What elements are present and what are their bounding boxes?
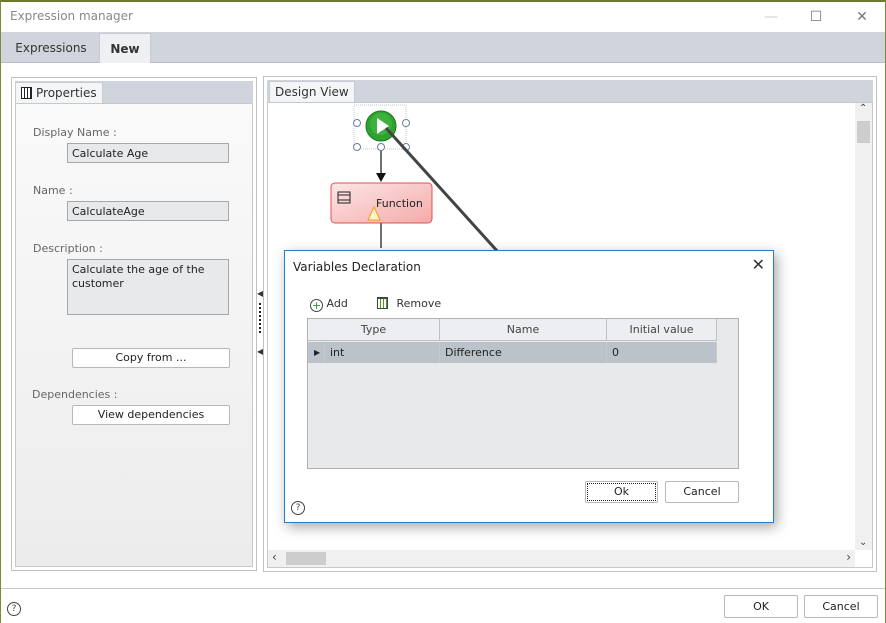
add-label: Add — [326, 297, 348, 310]
variables-grid: Type Name Initial value ▶ int Difference… — [307, 318, 739, 469]
tab-properties[interactable]: Properties — [15, 82, 103, 103]
function-node-label[interactable]: Function — [376, 197, 423, 210]
window-title: Expression manager — [10, 9, 133, 23]
ok-button[interactable]: OK — [724, 595, 798, 618]
view-dependencies-button[interactable]: View dependencies — [72, 405, 230, 425]
scroll-left-icon[interactable]: ‹ — [272, 550, 277, 564]
maximize-button[interactable]: ☐ — [801, 6, 831, 28]
display-name-input[interactable]: Calculate Age — [67, 143, 229, 163]
trash-icon — [377, 297, 388, 309]
properties-tabbar: Properties — [15, 81, 253, 103]
dialog-ok-button[interactable]: Ok — [585, 481, 658, 503]
name-label: Name : — [33, 184, 73, 197]
description-textarea[interactable]: Calculate the age of the customer — [67, 259, 229, 315]
handle — [353, 143, 361, 151]
scroll-up-icon[interactable]: ⌃ — [859, 103, 867, 114]
dialog-help-icon[interactable]: ? — [291, 501, 305, 515]
vertical-scroll-thumb[interactable] — [857, 121, 870, 143]
name-input[interactable]: CalculateAge — [67, 201, 229, 221]
cell-name[interactable]: Difference — [440, 342, 607, 363]
dialog-cancel-button[interactable]: Cancel — [665, 481, 739, 503]
variables-declaration-dialog: Variables Declaration ✕ + Add Remove Typ… — [284, 250, 774, 523]
tab-design-view[interactable]: Design View — [269, 81, 355, 102]
minimize-button[interactable]: — — [756, 6, 786, 28]
horizontal-scroll-thumb[interactable] — [286, 552, 326, 565]
row-indicator-icon: ▶ — [308, 342, 325, 363]
column-header-initial-value[interactable]: Initial value — [607, 319, 717, 341]
description-label: Description : — [33, 242, 103, 255]
tab-strip: Expressions New — [1, 32, 885, 63]
dialog-close-button[interactable]: ✕ — [752, 255, 765, 274]
copy-from-button[interactable]: Copy from ... — [72, 348, 230, 368]
handle — [377, 143, 385, 151]
add-variable-button[interactable]: + Add — [310, 297, 348, 312]
scroll-down-icon[interactable]: ⌄ — [859, 537, 867, 548]
cell-type[interactable]: int — [325, 342, 440, 363]
vertical-scrollbar[interactable]: ⌃ ⌄ — [855, 103, 872, 550]
close-button[interactable]: ✕ — [847, 6, 877, 28]
footer-bar: ? OK Cancel — [1, 588, 885, 623]
dialog-title: Variables Declaration — [293, 260, 421, 274]
dependencies-label: Dependencies : — [32, 388, 118, 401]
cancel-button[interactable]: Cancel — [804, 595, 878, 618]
properties-panel: Properties Display Name : Calculate Age … — [11, 77, 257, 571]
scroll-right-icon[interactable]: › — [846, 550, 851, 564]
help-icon[interactable]: ? — [7, 602, 21, 616]
handle — [402, 119, 410, 127]
properties-tab-label: Properties — [36, 86, 97, 100]
tab-expressions[interactable]: Expressions — [5, 33, 97, 63]
remove-label: Remove — [396, 297, 442, 310]
column-header-type[interactable]: Type — [308, 319, 440, 341]
design-view-tabbar: Design View — [267, 80, 873, 102]
arrow-head-icon — [376, 173, 386, 182]
expression-manager-window: Expression manager — ☐ ✕ Expressions New… — [0, 0, 886, 623]
column-header-name[interactable]: Name — [440, 319, 607, 341]
splitter-grip — [259, 303, 261, 333]
tab-new[interactable]: New — [99, 33, 151, 63]
properties-body: Display Name : Calculate Age Name : Calc… — [15, 103, 253, 567]
handle — [353, 119, 361, 127]
display-name-label: Display Name : — [33, 126, 117, 139]
title-bar: Expression manager — ☐ ✕ — [1, 2, 885, 32]
add-icon: + — [310, 299, 323, 312]
properties-icon — [21, 87, 32, 99]
remove-variable-button[interactable]: Remove — [377, 297, 441, 310]
cell-initial-value[interactable]: 0 — [607, 342, 717, 363]
horizontal-scrollbar[interactable]: ‹ › — [268, 550, 855, 567]
